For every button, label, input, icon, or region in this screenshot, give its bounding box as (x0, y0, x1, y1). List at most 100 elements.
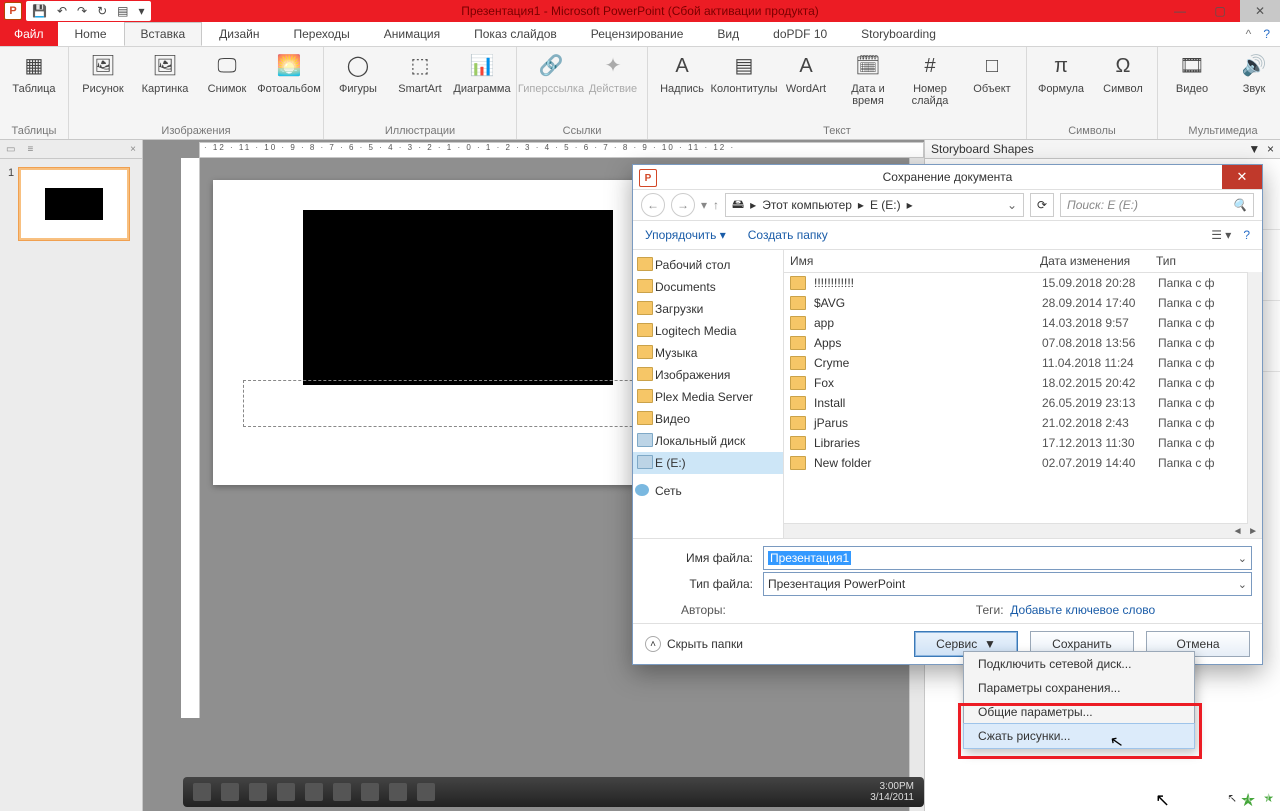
folder-tree-network[interactable]: Сеть (633, 480, 783, 502)
thumbnails-close-icon[interactable]: × (130, 144, 136, 155)
file-tab[interactable]: Файл (0, 22, 58, 46)
task-icon[interactable] (361, 783, 379, 801)
hide-folders-button[interactable]: ˄ Скрыть папки (645, 636, 743, 652)
tab-slideshow[interactable]: Показ слайдов (457, 22, 574, 46)
tab-insert[interactable]: Вставка (124, 22, 203, 46)
tab-animation[interactable]: Анимация (367, 22, 457, 46)
tab-storyboarding[interactable]: Storyboarding (844, 22, 953, 46)
ribbon-item[interactable]: ▤Колонтитулы (716, 51, 772, 107)
folder-tree-item[interactable]: Локальный диск (633, 430, 783, 452)
chevron-down-icon[interactable]: ⌄ (1238, 552, 1247, 565)
ribbon-item[interactable]: ⬚SmartArt (392, 51, 448, 95)
ribbon-item[interactable]: 🖵Снимок (199, 51, 255, 95)
folder-tree-item[interactable]: E (E:) (633, 452, 783, 474)
redo-icon[interactable]: ↷ (77, 4, 87, 18)
folder-tree-item[interactable]: Plex Media Server (633, 386, 783, 408)
filetype-select[interactable]: Презентация PowerPoint ⌄ (763, 572, 1252, 596)
folder-tree-item[interactable]: Загрузки (633, 298, 783, 320)
thumbnails-tab-outline[interactable]: ≡ (27, 144, 33, 155)
dialog-close-button[interactable]: ✕ (1222, 165, 1262, 189)
ribbon-item[interactable]: 🔊Звук (1226, 51, 1280, 95)
task-icon[interactable] (389, 783, 407, 801)
ribbon-item[interactable]: 🗓Дата и время (840, 51, 896, 107)
folder-tree-item[interactable]: Музыка (633, 342, 783, 364)
close-button[interactable]: ✕ (1240, 0, 1280, 22)
ribbon-minimize-icon[interactable]: ^ (1246, 27, 1252, 41)
save-icon[interactable]: 💾 (32, 4, 47, 18)
task-icon[interactable] (305, 783, 323, 801)
tab-design[interactable]: Дизайн (202, 22, 276, 46)
task-icon[interactable] (277, 783, 295, 801)
breadcrumb-dropdown-icon[interactable]: ⌄ (1007, 198, 1017, 212)
ribbon-item[interactable]: 🎞Видео (1164, 51, 1220, 95)
repeat-icon[interactable]: ↻ (97, 4, 107, 18)
panel-dropdown-icon[interactable]: ▼ (1248, 142, 1260, 156)
tab-transitions[interactable]: Переходы (276, 22, 366, 46)
task-icon[interactable] (249, 783, 267, 801)
folder-tree-item[interactable]: Рабочий стол (633, 254, 783, 276)
breadcrumb-item[interactable]: Этот компьютер (762, 198, 852, 212)
print-icon[interactable]: ▤ (117, 4, 128, 18)
file-row[interactable]: Libraries17.12.2013 11:30Папка с ф (784, 433, 1262, 453)
file-row[interactable]: Apps07.08.2018 13:56Папка с ф (784, 333, 1262, 353)
task-icon[interactable] (333, 783, 351, 801)
view-options-icon[interactable]: ☰ ▾ (1211, 228, 1231, 242)
tab-dopdf[interactable]: doPDF 10 (756, 22, 844, 46)
folder-tree[interactable]: Рабочий столDocumentsЗагрузкиLogitech Me… (633, 250, 784, 538)
file-row[interactable]: New folder02.07.2019 14:40Папка с ф (784, 453, 1262, 473)
search-input[interactable]: Поиск: E (E:) 🔍 (1060, 193, 1254, 217)
ribbon-item[interactable]: 🌅Фотоальбом (261, 51, 317, 95)
slide-black-rectangle[interactable] (303, 210, 613, 385)
refresh-button[interactable]: ⟳ (1030, 193, 1054, 217)
tab-home[interactable]: Home (58, 22, 124, 46)
menu-item-compress-pictures[interactable]: Сжать рисунки... (963, 723, 1195, 749)
organize-button[interactable]: Упорядочить ▾ (645, 228, 726, 242)
ribbon-item[interactable]: ▦Таблица (6, 51, 62, 95)
file-list-vscroll[interactable] (1247, 272, 1262, 524)
folder-tree-item[interactable]: Изображения (633, 364, 783, 386)
ribbon-item[interactable]: □Объект (964, 51, 1020, 107)
menu-item-map-drive[interactable]: Подключить сетевой диск... (964, 652, 1194, 676)
file-row[interactable]: app14.03.2018 9:57Папка с ф (784, 313, 1262, 333)
folder-tree-item[interactable]: Logitech Media (633, 320, 783, 342)
ribbon-item[interactable]: 📊Диаграмма (454, 51, 510, 95)
start-icon[interactable] (193, 783, 211, 801)
panel-close-icon[interactable]: × (1267, 142, 1274, 156)
undo-icon[interactable]: ↶ (57, 4, 67, 18)
col-date[interactable]: Дата изменения (1040, 254, 1156, 268)
breadcrumb-item[interactable]: E (E:) (870, 198, 901, 212)
file-row[interactable]: !!!!!!!!!!!!15.09.2018 20:28Папка с ф (784, 273, 1262, 293)
ribbon-item[interactable]: 🖼Картинка (137, 51, 193, 95)
col-type[interactable]: Тип (1156, 254, 1262, 268)
tab-review[interactable]: Рецензирование (574, 22, 701, 46)
tab-view[interactable]: Вид (700, 22, 756, 46)
nav-up-icon[interactable]: ↑ (713, 198, 719, 212)
file-row[interactable]: Cryme11.04.2018 11:24Папка с ф (784, 353, 1262, 373)
task-icon[interactable] (221, 783, 239, 801)
help-icon[interactable]: ? (1263, 27, 1270, 41)
ribbon-item[interactable]: ◯Фигуры (330, 51, 386, 95)
slide-thumb-1[interactable]: 1 (8, 167, 134, 241)
thumbnails-tab-slides[interactable]: ▭ (6, 144, 15, 155)
ribbon-item[interactable]: AWordArt (778, 51, 834, 107)
col-name[interactable]: Имя (790, 254, 1040, 268)
filename-input[interactable]: Презентация1 ⌄ (763, 546, 1252, 570)
menu-item-save-options[interactable]: Параметры сохранения... (964, 676, 1194, 700)
menu-item-general-options[interactable]: Общие параметры... (964, 700, 1194, 724)
ribbon-item[interactable]: πФормула (1033, 51, 1089, 95)
ribbon-item[interactable]: #Номер слайда (902, 51, 958, 107)
file-row[interactable]: $AVG28.09.2014 17:40Папка с ф (784, 293, 1262, 313)
file-row[interactable]: jParus21.02.2018 2:43Папка с ф (784, 413, 1262, 433)
nav-back-button[interactable]: ← (641, 193, 665, 217)
folder-tree-item[interactable]: Documents (633, 276, 783, 298)
tags-link[interactable]: Добавьте ключевое слово (1010, 603, 1155, 617)
dialog-help-icon[interactable]: ? (1243, 228, 1250, 242)
chevron-down-icon[interactable]: ⌄ (1238, 578, 1247, 591)
breadcrumb[interactable]: 🖴 ▸ Этот компьютер ▸ E (E:) ▸ ⌄ (725, 193, 1024, 217)
qat-more-icon[interactable]: ▾ (138, 4, 144, 18)
file-list-hscroll[interactable]: ◄ ► (784, 523, 1262, 538)
minimize-button[interactable]: — (1160, 0, 1200, 22)
file-row[interactable]: Install26.05.2019 23:13Папка с ф (784, 393, 1262, 413)
new-folder-button[interactable]: Создать папку (748, 228, 828, 242)
ribbon-item[interactable]: ΩСимвол (1095, 51, 1151, 95)
